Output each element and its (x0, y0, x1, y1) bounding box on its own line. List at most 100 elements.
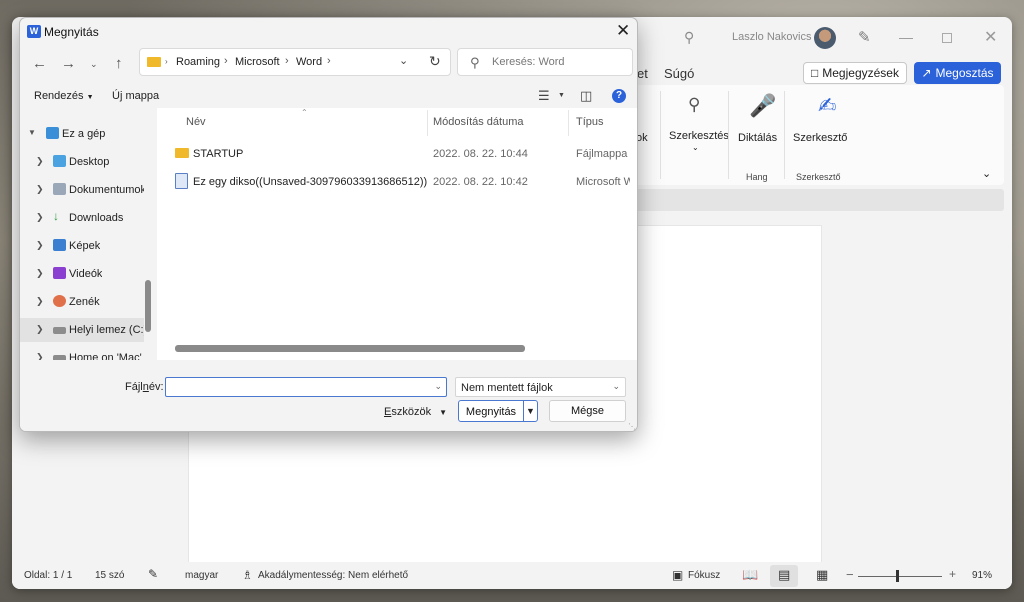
column-separator[interactable] (568, 110, 569, 136)
avatar[interactable] (814, 27, 836, 49)
forward-arrow-icon[interactable]: → (61, 55, 76, 72)
chevron-right-icon[interactable]: ❯ (36, 156, 44, 167)
column-separator[interactable] (427, 110, 428, 136)
proofing-icon[interactable]: ✎ (148, 567, 158, 581)
column-date[interactable]: Módosítás dátuma (433, 116, 524, 128)
nav-scrollbar[interactable] (145, 280, 151, 332)
navigation-pane: ▼ Ez a gép ❯ Desktop ❯ Dokumentumok ❯ ↓ … (20, 110, 157, 360)
accessibility-icon[interactable]: ♗ (242, 568, 253, 582)
resize-grip-icon[interactable]: ⋱ (628, 422, 636, 431)
edit-button[interactable]: Szerkesztés (669, 130, 729, 142)
search-input[interactable] (492, 56, 622, 68)
user-name: Laszlo Nakovics (732, 31, 812, 43)
chevron-down-icon[interactable]: ⌄ (612, 381, 620, 392)
language[interactable]: magyar (185, 570, 218, 581)
view-chevron-icon[interactable]: ▼ (558, 92, 565, 99)
chevron-right-icon[interactable]: ❯ (36, 324, 44, 335)
file-row-startup[interactable]: STARTUP 2022. 08. 22. 10:44 Fájlmappa (171, 141, 633, 167)
zoom-in-button[interactable]: + (949, 567, 956, 581)
breadcrumb-word[interactable]: Word (296, 56, 322, 68)
tools-button[interactable]: Eszközök ▼ (384, 406, 447, 418)
open-button[interactable]: Megnyitás ▼ (458, 400, 538, 422)
help-icon[interactable]: ? (612, 89, 626, 103)
focus-icon[interactable]: ▣ (672, 568, 683, 582)
minimize-button[interactable]: — (899, 29, 913, 45)
nav-item-downloads[interactable]: ❯ ↓ Downloads (20, 206, 144, 230)
file-list: ⌃ Név Módosítás dátuma Típus STARTUP 202… (157, 108, 637, 360)
microphone-icon[interactable]: 🎤 (749, 93, 776, 119)
edit-chevron-icon[interactable]: ⌄ (692, 143, 699, 152)
ribbon-collapse-icon[interactable]: ⌄ (982, 167, 991, 180)
chevron-down-icon[interactable]: ⌄ (434, 381, 442, 392)
chevron-right-icon[interactable]: ❯ (36, 352, 44, 360)
nav-item-local-disk[interactable]: ❯ Helyi lemez (C:) (20, 318, 144, 342)
pen-icon[interactable]: ✎ (858, 28, 871, 46)
chevron-right-icon[interactable]: ❯ (36, 240, 44, 251)
organize-button[interactable]: Rendezés ▼ (34, 90, 94, 102)
breadcrumb-microsoft[interactable]: Microsoft (235, 56, 280, 68)
up-arrow-icon[interactable]: ↑ (115, 55, 123, 72)
address-dropdown-icon[interactable]: ⌄ (399, 54, 408, 67)
nav-item-pictures[interactable]: ❯ Képek (20, 234, 144, 258)
zoom-level[interactable]: 91% (972, 570, 992, 581)
cancel-button[interactable]: Mégse (549, 400, 626, 422)
chevron-right-icon[interactable]: ❯ (36, 184, 44, 195)
preview-pane-icon[interactable]: ◫ (580, 88, 592, 104)
find-icon[interactable]: ⚲ (688, 95, 700, 115)
chevron-right-icon[interactable]: ❯ (36, 212, 44, 223)
chevron-right-icon[interactable]: ❯ (36, 296, 44, 307)
editor-pen-icon[interactable]: ✍ (818, 93, 836, 119)
menu-item-partial[interactable]: et (637, 66, 648, 81)
ribbon-bottom-strip (622, 189, 1004, 211)
nav-item-desktop[interactable]: ❯ Desktop (20, 150, 144, 174)
share-button[interactable]: ↗ Megosztás (914, 62, 1001, 84)
zoom-slider-thumb[interactable] (896, 570, 899, 582)
search-box[interactable]: ⚲ (457, 48, 633, 76)
web-layout-icon[interactable]: ▦ (816, 567, 828, 583)
dictate-button[interactable]: Diktálás (738, 132, 777, 144)
menu-item-help[interactable]: Súgó (664, 66, 694, 81)
view-list-icon[interactable]: ☰ (538, 88, 550, 104)
focus-button[interactable]: Fókusz (688, 570, 720, 581)
pictures-icon (53, 239, 66, 251)
chevron-right-icon[interactable]: ❯ (36, 268, 44, 279)
file-type-filter[interactable]: Nem mentett fájlok ⌄ (455, 377, 626, 397)
videos-icon (53, 267, 66, 279)
zoom-slider[interactable] (858, 576, 942, 577)
desktop-icon (53, 155, 66, 167)
word-count[interactable]: 15 szó (95, 570, 124, 581)
maximize-button[interactable] (942, 33, 952, 43)
nav-item-home-mac[interactable]: ❯ Home on 'Mac' (20, 346, 144, 360)
download-icon: ↓ (53, 209, 59, 223)
word-app-icon: W (27, 25, 41, 38)
zoom-out-button[interactable]: − (846, 567, 854, 582)
page-count[interactable]: Oldal: 1 / 1 (24, 570, 72, 581)
expand-chevron-icon[interactable]: ▼ (28, 128, 36, 137)
new-folder-button[interactable]: Új mappa (112, 90, 159, 102)
comments-button[interactable]: □ Megjegyzések (803, 62, 907, 84)
nav-item-videos[interactable]: ❯ Videók (20, 262, 144, 286)
editor-button[interactable]: Szerkesztő (793, 132, 847, 144)
breadcrumb-roaming[interactable]: Roaming (176, 56, 220, 68)
filename-field[interactable]: ⌄ (165, 377, 447, 397)
column-type[interactable]: Típus (576, 116, 604, 128)
accessibility-status[interactable]: Akadálymentesség: Nem elérhető (258, 570, 408, 581)
column-name[interactable]: Név (186, 116, 206, 128)
close-button[interactable]: ✕ (984, 27, 997, 47)
file-name: STARTUP (193, 148, 244, 160)
file-row-document[interactable]: Ez egy dikso((Unsaved-309796033913686512… (171, 169, 633, 195)
address-bar[interactable]: › Roaming › Microsoft › Word › ⌄ ↻ (139, 48, 451, 76)
share-icon: ↗ (921, 66, 932, 80)
dialog-close-button[interactable]: ✕ (616, 21, 630, 41)
nav-item-this-pc[interactable]: ▼ Ez a gép (20, 122, 144, 146)
open-options-chevron-icon[interactable]: ▼ (523, 401, 537, 421)
print-layout-icon[interactable]: ▤ (778, 567, 790, 583)
nav-item-documents[interactable]: ❯ Dokumentumok (20, 178, 144, 202)
horizontal-scrollbar[interactable] (175, 345, 525, 352)
search-icon[interactable]: ⚲ (684, 29, 702, 47)
recent-chevron-icon[interactable]: ⌄ (90, 59, 98, 70)
refresh-icon[interactable]: ↻ (429, 53, 441, 70)
back-arrow-icon[interactable]: ← (32, 55, 47, 72)
read-mode-icon[interactable]: 📖 (742, 567, 758, 583)
nav-item-music[interactable]: ❯ Zenék (20, 290, 144, 314)
